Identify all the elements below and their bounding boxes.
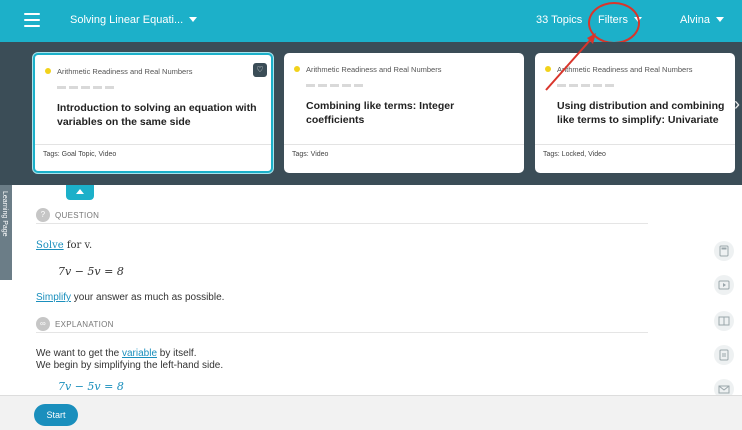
topic-card[interactable]: Arithmetic Readiness and Real Numbers Us…	[535, 53, 735, 173]
question-heading-label: QUESTION	[55, 210, 100, 220]
question-equation: 7v − 5v = 8	[58, 265, 124, 278]
card-unit: Arithmetic Readiness and Real Numbers	[545, 65, 692, 74]
lesson-panel: Learning Page ? QUESTION Solve for v. 7v…	[0, 185, 742, 399]
instruction-text: for v.	[63, 240, 93, 251]
chevron-down-icon	[633, 17, 642, 22]
status-dot	[545, 66, 551, 72]
status-dot	[45, 68, 51, 74]
course-selector[interactable]: Solving Linear Equati...	[70, 14, 198, 26]
infinity-icon: ∞	[36, 317, 50, 331]
book-icon[interactable]	[714, 311, 734, 331]
user-name: Alvina	[680, 14, 710, 26]
progress-dashes	[557, 84, 614, 87]
question-icon: ?	[36, 208, 50, 222]
topics-count: 33 Topics	[536, 14, 583, 26]
solve-link[interactable]: Solve	[36, 240, 64, 251]
video-icon[interactable]	[714, 275, 734, 295]
explanation-line-2: We begin by simplifying the left-hand si…	[36, 360, 224, 371]
simplify-link[interactable]: Simplify	[36, 292, 71, 303]
progress-dashes	[57, 86, 114, 89]
chevron-right-icon[interactable]: ›	[734, 94, 740, 115]
menu-icon[interactable]	[24, 13, 40, 27]
card-unit: Arithmetic Readiness and Real Numbers	[294, 65, 441, 74]
collapse-button[interactable]	[66, 185, 94, 200]
simplify-instruction: Simplify your answer as much as possible…	[36, 292, 224, 303]
status-dot	[294, 66, 300, 72]
topic-card[interactable]: Arithmetic Readiness and Real Numbers ♡ …	[33, 53, 273, 173]
explanation-line-1: We want to get the variable by itself.	[36, 348, 196, 359]
explanation-text: by itself.	[157, 348, 197, 359]
progress-dashes	[306, 84, 363, 87]
user-menu[interactable]: Alvina	[680, 14, 724, 26]
divider	[36, 332, 648, 333]
card-unit-label: Arithmetic Readiness and Real Numbers	[557, 65, 693, 74]
explanation-equation: 7v − 5v = 8	[58, 380, 124, 393]
filters-label: Filters	[598, 14, 628, 26]
question-heading: ? QUESTION	[36, 208, 99, 222]
divider	[36, 223, 648, 224]
card-tags: Tags: Goal Topic, Video	[35, 144, 271, 158]
notes-icon[interactable]	[714, 345, 734, 365]
learning-page-tab[interactable]: Learning Page	[0, 185, 12, 280]
favorite-icon[interactable]: ♡	[253, 63, 267, 77]
question-instruction: Solve for v.	[36, 240, 92, 251]
topic-carousel: Arithmetic Readiness and Real Numbers ♡ …	[0, 42, 742, 185]
card-tags: Tags: Locked, Video	[535, 144, 735, 158]
chevron-down-icon	[189, 17, 198, 22]
card-unit-label: Arithmetic Readiness and Real Numbers	[57, 67, 193, 76]
start-button[interactable]: Start	[34, 404, 78, 426]
course-title: Solving Linear Equati...	[70, 14, 184, 26]
bottom-bar: Start	[0, 395, 742, 430]
topic-card[interactable]: Arithmetic Readiness and Real Numbers Co…	[284, 53, 524, 173]
filters-dropdown[interactable]: Filters	[598, 14, 642, 26]
chevron-down-icon	[715, 17, 724, 22]
variable-link[interactable]: variable	[122, 348, 157, 359]
card-unit-label: Arithmetic Readiness and Real Numbers	[306, 65, 442, 74]
card-title: Combining like terms: Integer coefficien…	[306, 100, 455, 126]
explanation-heading-label: EXPLANATION	[55, 319, 114, 329]
card-unit: Arithmetic Readiness and Real Numbers	[45, 67, 192, 76]
simplify-text: your answer as much as possible.	[71, 292, 225, 303]
card-tags: Tags: Video	[284, 144, 524, 158]
explanation-heading: ∞ EXPLANATION	[36, 317, 114, 331]
side-tab-label: Learning Page	[1, 191, 8, 237]
card-title: Using distribution and combining like te…	[557, 100, 725, 126]
top-bar: Solving Linear Equati... 33 Topics Filte…	[0, 0, 742, 42]
calculator-icon[interactable]	[714, 241, 734, 261]
card-title: Introduction to solving an equation with…	[57, 102, 257, 128]
explanation-text: We want to get the	[36, 348, 122, 359]
